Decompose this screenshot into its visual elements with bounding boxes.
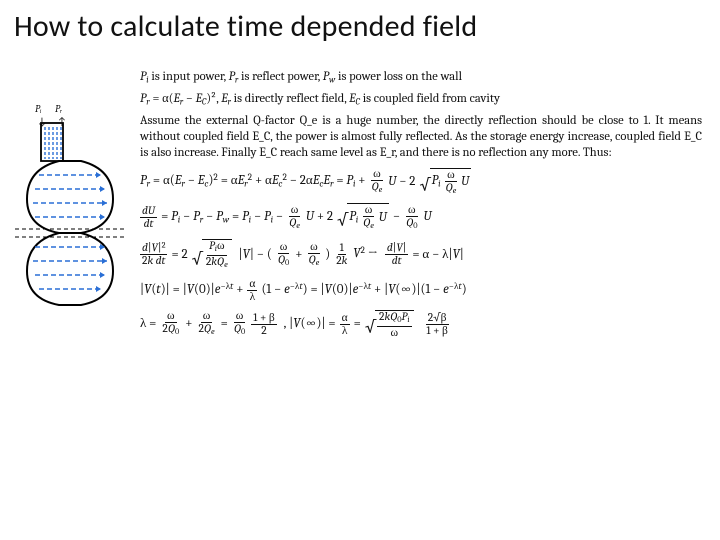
equation-1: Pr = α(Er − Ec)2 = αEr2 + αEc2 − 2αEcEr … — [140, 168, 702, 197]
equation-4: |V(t)| = |V(0)|e−λt + αλ (1 − e−λt) = |V… — [140, 278, 702, 303]
diagram-column: Pᵢ Pᵣ ↓ ↑ — [0, 69, 140, 346]
arrow-up-icon: ↑ — [57, 115, 67, 128]
text-column: Pi is input power, Pr is reflect power, … — [140, 69, 702, 346]
reflect-power-label: Pᵣ — [55, 103, 63, 115]
cavity-diagram: Pᵢ Pᵣ ↓ ↑ — [15, 109, 125, 319]
intro-line-1: Pi is input power, Pr is reflect power, … — [140, 69, 702, 87]
intro-line-2: Pr = α(Er − EC)², Er is directly reflect… — [140, 91, 702, 109]
content-area: Pᵢ Pᵣ ↓ ↑ — [0, 45, 720, 346]
input-power-label: Pᵢ — [35, 103, 42, 115]
arrow-down-icon: ↓ — [37, 115, 47, 128]
intro-paragraph: Assume the external Q-factor Q_e is a hu… — [140, 113, 702, 161]
equation-2: dUdt = Pi − Pr − Pw = Pi − Pi − ωQe U + … — [140, 203, 702, 232]
equation-3: d|V|22k dt = 2 Piω2kQe |V| − ( ωQ0 + ωQe… — [140, 239, 702, 271]
cavity-svg — [15, 109, 125, 319]
page-title: How to calculate time depended field — [0, 0, 720, 45]
equation-5: λ = ω2Q0 + ω2Qe = ωQ0 1 + β2 , |V(∞)| = … — [140, 310, 702, 339]
